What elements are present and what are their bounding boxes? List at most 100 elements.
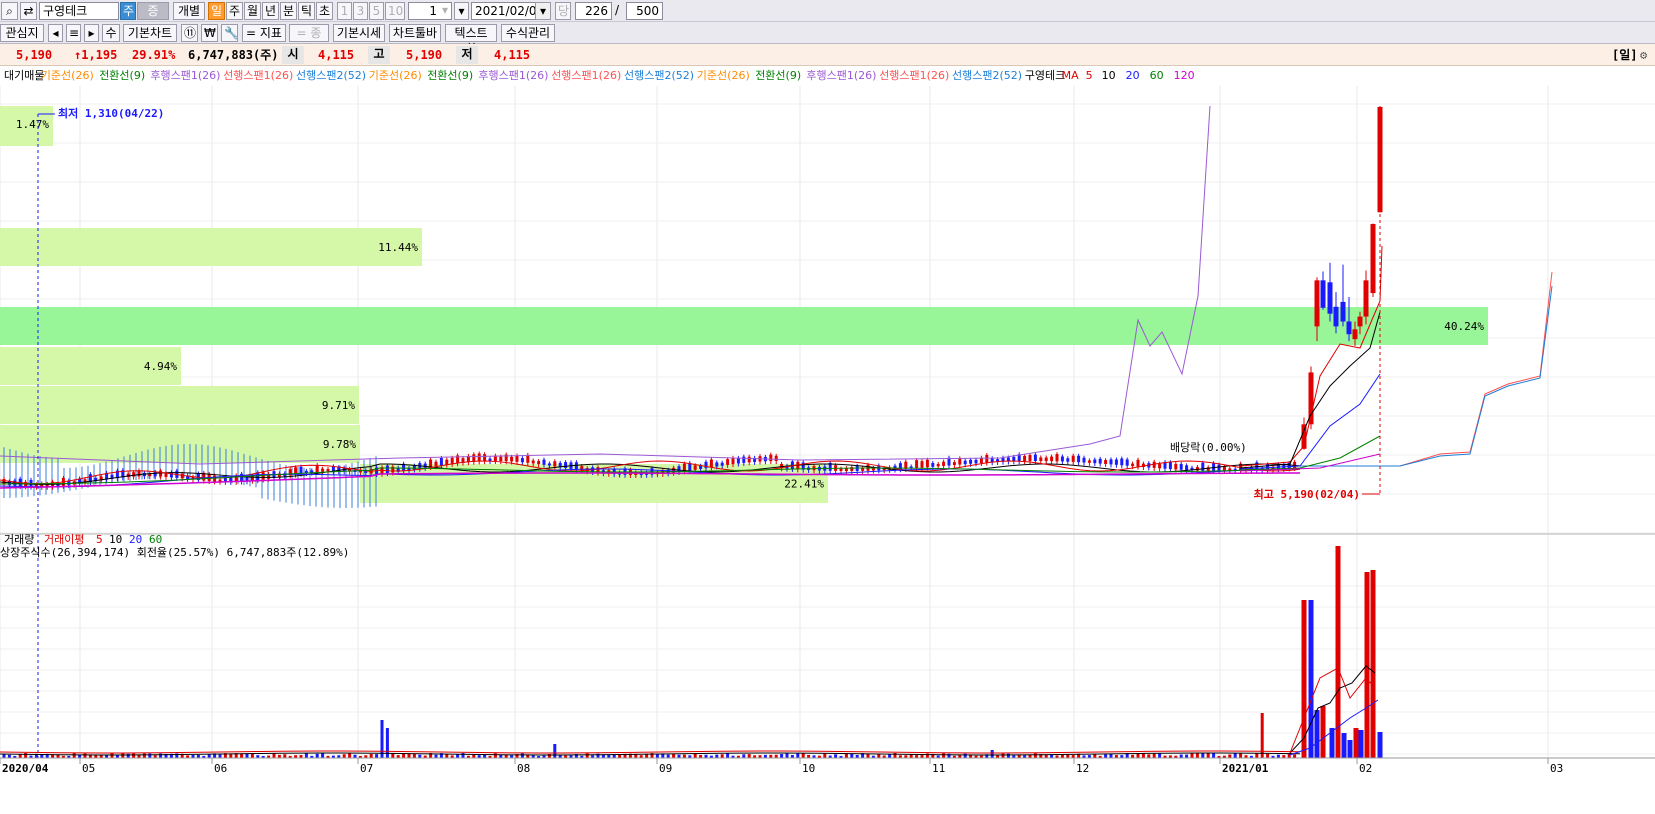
scroll-right-icon[interactable]: ▸ bbox=[84, 24, 99, 42]
period-month-button[interactable]: 월 bbox=[244, 2, 261, 20]
count-dropdown-icon[interactable]: ▾ bbox=[438, 2, 452, 20]
period-tag: [일] bbox=[1612, 48, 1638, 62]
volume-bar bbox=[18, 754, 22, 758]
legend-item-17[interactable]: MA bbox=[1062, 68, 1079, 84]
legend-item-3[interactable]: 후행스팬1(26) bbox=[150, 68, 220, 84]
candle-body bbox=[1023, 456, 1027, 462]
legend-item-19[interactable]: 10 bbox=[1102, 68, 1116, 84]
basic-chart-button[interactable]: 기본차트 bbox=[123, 24, 177, 42]
candle-body bbox=[1131, 463, 1135, 467]
legend-item-21[interactable]: 60 bbox=[1150, 68, 1164, 84]
current-price: 5,190 bbox=[16, 48, 53, 62]
scroll-left-icon[interactable]: ◂ bbox=[48, 24, 63, 42]
volume-profile-label: 1.47% bbox=[16, 118, 49, 131]
date-dropdown-icon[interactable]: ▾ bbox=[535, 2, 551, 20]
volume-bar bbox=[1158, 753, 1162, 758]
volume-bar bbox=[348, 753, 352, 758]
volume-bar bbox=[304, 753, 308, 758]
dang-button[interactable]: 당 bbox=[555, 2, 571, 20]
candle-body bbox=[553, 461, 557, 467]
volume-profile-bar bbox=[0, 307, 1488, 345]
volume-bar bbox=[1185, 754, 1189, 758]
legend-item-11[interactable]: 기준선(26) bbox=[697, 68, 750, 84]
candle-body bbox=[1098, 458, 1102, 464]
basic-quote-button[interactable]: 기본시세 bbox=[333, 24, 385, 42]
legend-item-5[interactable]: 선행스팬2(52) bbox=[296, 68, 366, 84]
legend-item-20[interactable]: 20 bbox=[1126, 68, 1140, 84]
interval-10-button[interactable]: 10 bbox=[385, 2, 405, 20]
legend-item-0[interactable]: 대기매물 bbox=[4, 68, 44, 84]
volume-bar bbox=[342, 754, 346, 758]
x-axis-label: 11 bbox=[932, 762, 945, 775]
candle-body bbox=[1093, 459, 1097, 464]
x-axis-label: 2021/01 bbox=[1222, 762, 1269, 775]
watchlist-indicator-button[interactable]: 관심지표 bbox=[0, 24, 44, 56]
chart-toolbar-button[interactable]: 차트툴바 bbox=[389, 24, 441, 42]
volume-legend-item: 5 bbox=[96, 533, 103, 546]
candle-body bbox=[531, 460, 535, 464]
legend-item-2[interactable]: 전환선(9) bbox=[99, 68, 145, 84]
volume-bar bbox=[1370, 570, 1376, 758]
edit-button[interactable]: 수 bbox=[102, 24, 120, 42]
open-price: 4,115 bbox=[318, 48, 355, 62]
candle-body bbox=[709, 459, 713, 468]
legend-item-8[interactable]: 후행스팬1(26) bbox=[478, 68, 548, 84]
legend-item-6[interactable]: 기준선(26) bbox=[369, 68, 422, 84]
candle-body bbox=[439, 457, 443, 466]
period-second-button[interactable]: 초 bbox=[316, 2, 333, 20]
interval-5-button[interactable]: 5 bbox=[369, 2, 384, 20]
chevron-down-icon[interactable]: ▾ bbox=[454, 2, 469, 20]
legend-item-9[interactable]: 선행스팬1(26) bbox=[551, 68, 621, 84]
legend-item-16[interactable]: 구영테크 bbox=[1025, 68, 1065, 84]
wrench-icon[interactable]: 🔧 bbox=[221, 24, 239, 42]
volume-bar bbox=[942, 753, 946, 758]
legend-item-7[interactable]: 전환선(9) bbox=[427, 68, 473, 84]
chart-mode-icon[interactable]: ⑪ bbox=[181, 24, 198, 42]
candle-body bbox=[429, 459, 433, 467]
stock-name-input[interactable]: 구영테크 bbox=[39, 2, 119, 20]
search-icon[interactable]: ⌕ bbox=[1, 2, 18, 20]
stock-compare-button[interactable]: = 종목 bbox=[289, 24, 329, 56]
legend-item-22[interactable]: 120 bbox=[1174, 68, 1195, 84]
candle-body bbox=[1060, 456, 1064, 462]
individual-button[interactable]: 개별 bbox=[173, 2, 205, 20]
period-year-button[interactable]: 년 bbox=[262, 2, 279, 20]
period-tick-button[interactable]: 틱 bbox=[298, 2, 315, 20]
legend-item-4[interactable]: 선행스팬1(26) bbox=[223, 68, 293, 84]
candle-body bbox=[1066, 458, 1070, 462]
volume-bar bbox=[321, 753, 325, 758]
interval-3-button[interactable]: 3 bbox=[353, 2, 368, 20]
stock-chart[interactable]: 1.47% 11.44% 40.24% 4.94% 9.71% 9.78% 22.41% 최저… bbox=[0, 86, 1655, 814]
volume-bar bbox=[1001, 753, 1005, 758]
volume-bar bbox=[315, 753, 319, 758]
period-week-button[interactable]: 주 bbox=[226, 2, 243, 20]
settings-gear-icon[interactable]: ⚙ bbox=[1640, 47, 1647, 63]
won-icon[interactable]: ₩ bbox=[201, 24, 218, 42]
text-window-button[interactable]: 텍스트 창 bbox=[445, 24, 497, 56]
candle-body bbox=[299, 466, 303, 474]
period-day-button[interactable]: 일 bbox=[208, 2, 225, 20]
indicator-button[interactable]: = 지표 bbox=[242, 24, 286, 42]
volume-bar bbox=[110, 753, 114, 758]
legend-item-15[interactable]: 선행스팬2(52) bbox=[952, 68, 1022, 84]
interval-1-button[interactable]: 1 bbox=[337, 2, 352, 20]
legend-item-18[interactable]: 5 bbox=[1086, 68, 1093, 84]
volume-bar bbox=[553, 744, 557, 758]
legend-item-13[interactable]: 후행스팬1(26) bbox=[806, 68, 876, 84]
swap-icon[interactable]: ⇄ bbox=[20, 2, 37, 20]
view-count-input[interactable]: 226 bbox=[575, 2, 612, 20]
period-minute-button[interactable]: 분 bbox=[280, 2, 297, 20]
x-axis-label: 09 bbox=[659, 762, 672, 775]
candle-body bbox=[137, 470, 141, 477]
legend-item-1[interactable]: 기준선(26) bbox=[41, 68, 94, 84]
legend-item-12[interactable]: 전환선(9) bbox=[755, 68, 801, 84]
candle-body bbox=[1185, 465, 1189, 470]
formula-manager-button[interactable]: 수식관리 bbox=[501, 24, 555, 42]
x-axis-label: 03 bbox=[1550, 762, 1563, 775]
legend-item-10[interactable]: 선행스팬2(52) bbox=[624, 68, 694, 84]
legend-item-14[interactable]: 선행스팬1(26) bbox=[879, 68, 949, 84]
total-count-input[interactable]: 500 bbox=[626, 2, 663, 20]
menu-icon[interactable]: ≡ bbox=[66, 24, 81, 42]
volume-bar bbox=[1141, 753, 1145, 758]
candle-body bbox=[1158, 463, 1162, 469]
